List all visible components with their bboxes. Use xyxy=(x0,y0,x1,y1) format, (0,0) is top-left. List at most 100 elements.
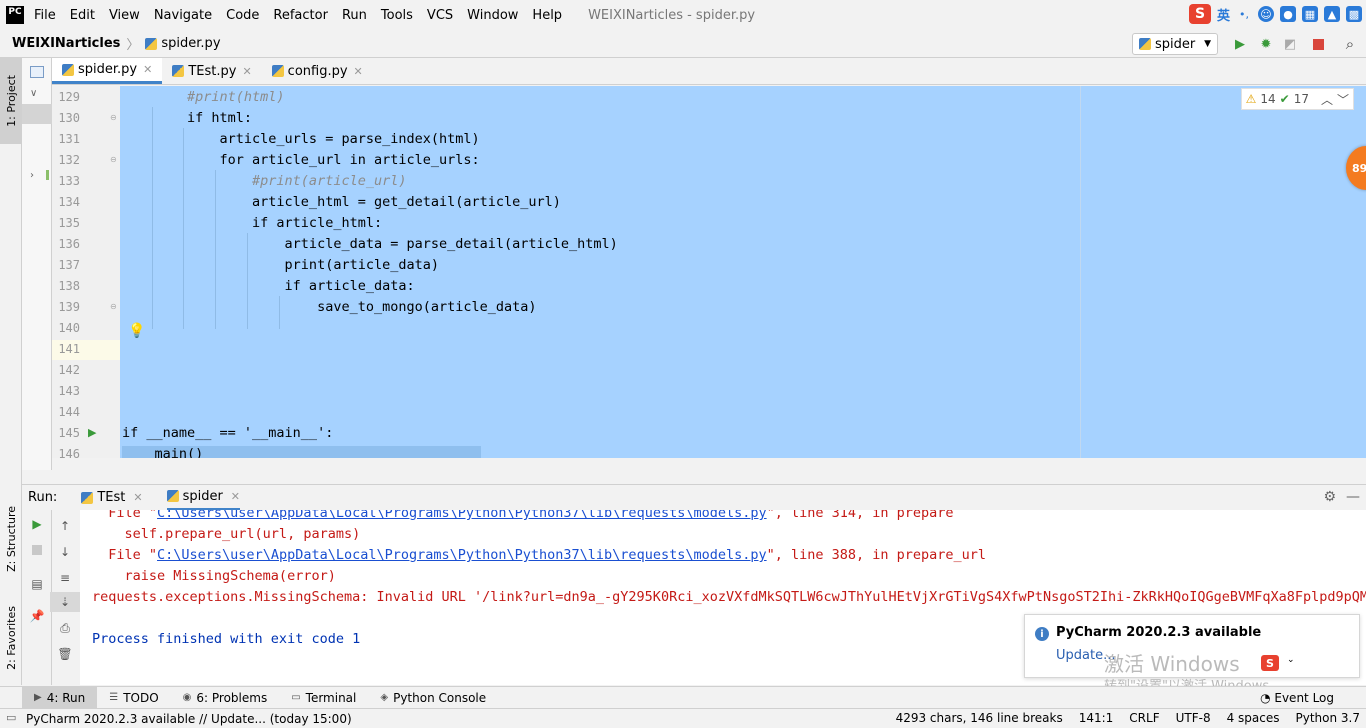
fold-icon[interactable]: ⊖ xyxy=(110,155,117,164)
file-link[interactable]: C:\Users\user\AppData\Local\Programs\Pyt… xyxy=(157,547,767,563)
trash-icon[interactable]: 🗑 xyxy=(50,644,80,664)
skin-icon[interactable]: ▲ xyxy=(1324,6,1340,22)
menu-view[interactable]: View xyxy=(109,8,140,23)
tab-test-py[interactable]: TEst.py ✕ xyxy=(162,58,261,84)
status-message[interactable]: PyCharm 2020.2.3 available // Update... … xyxy=(26,712,352,726)
pin-tab-button[interactable]: 📌 xyxy=(22,606,52,626)
editor-horizontal-scrollbar[interactable] xyxy=(22,470,1366,482)
line-number: 143 xyxy=(58,384,80,398)
tree-collapse-icon[interactable]: › xyxy=(30,170,34,181)
warning-icon: ⚠ xyxy=(1245,92,1257,106)
emoji-icon[interactable]: ☺ xyxy=(1258,6,1274,22)
python-file-icon xyxy=(145,37,158,50)
project-view-icon[interactable] xyxy=(30,66,44,78)
breadcrumb-project[interactable]: WEIXINarticles xyxy=(12,36,120,51)
stop-button[interactable] xyxy=(22,540,52,560)
tool-windows-icon[interactable]: ▭ xyxy=(6,711,16,724)
menu-code[interactable]: Code xyxy=(226,8,259,23)
menu-run[interactable]: Run xyxy=(342,8,367,23)
microphone-icon[interactable]: ● xyxy=(1280,6,1296,22)
scroll-to-end-icon[interactable]: ⇣ xyxy=(50,592,80,612)
search-everywhere-button[interactable]: ⌕ xyxy=(1342,35,1358,53)
rerun-button[interactable]: ▶ xyxy=(22,514,52,534)
menu-navigate[interactable]: Navigate xyxy=(154,8,212,23)
toolbox-icon[interactable]: ▩ xyxy=(1346,6,1362,22)
restore-layout-button[interactable]: ▤ xyxy=(22,574,52,594)
close-icon[interactable]: ✕ xyxy=(133,491,142,504)
tool-tab-todo[interactable]: ☰ TODO xyxy=(97,687,170,709)
keyboard-icon[interactable]: ▦ xyxy=(1302,6,1318,22)
chevron-up-icon[interactable]: ︿ xyxy=(1321,91,1333,108)
menu-vcs[interactable]: VCS xyxy=(427,8,453,23)
weak-warning-count: 17 xyxy=(1293,92,1309,106)
tool-tab-run[interactable]: ▶ 4: Run xyxy=(22,686,98,709)
fold-icon[interactable]: ⊖ xyxy=(110,302,117,311)
pycharm-logo-icon: PC xyxy=(6,6,24,24)
hide-icon[interactable]: — xyxy=(1346,489,1360,505)
stop-button[interactable] xyxy=(1310,36,1326,52)
menu-file[interactable]: File xyxy=(34,8,56,23)
fold-icon[interactable]: ⊖ xyxy=(110,113,117,122)
lightbulb-icon[interactable]: 💡 xyxy=(128,323,145,339)
gear-icon[interactable]: ⚙ xyxy=(1323,489,1336,505)
code-line: print(article_data) xyxy=(122,257,439,273)
structure-tool-tab[interactable]: Z: Structure xyxy=(0,494,22,584)
ime-language-toggle[interactable]: 英 xyxy=(1217,6,1230,24)
code-line: #print(html) xyxy=(122,89,285,105)
run-tab-test[interactable]: TEst ✕ xyxy=(81,490,143,505)
favorites-tool-tab[interactable]: 2: Favorites xyxy=(0,594,22,682)
line-number: 137 xyxy=(58,258,80,272)
tool-tab-label: Event Log xyxy=(1274,691,1334,705)
tab-spider-py[interactable]: spider.py ✕ xyxy=(52,58,163,84)
sogou-ime-icon[interactable]: S xyxy=(1261,655,1279,671)
status-indent[interactable]: 4 spaces xyxy=(1227,711,1280,725)
close-icon[interactable]: ✕ xyxy=(143,63,152,76)
sogou-ime-icon[interactable]: S xyxy=(1188,4,1211,24)
run-configuration-select[interactable]: spider ▼ xyxy=(1132,33,1218,55)
up-arrow-icon[interactable]: ↑ xyxy=(50,516,80,536)
debug-button[interactable]: ✹ xyxy=(1258,36,1274,52)
line-number: 144 xyxy=(58,405,80,419)
punctuation-icon[interactable]: •, xyxy=(1236,6,1252,22)
tool-tab-terminal[interactable]: ▭ Terminal xyxy=(279,687,368,709)
editor-gutter[interactable]: 129 130 131 132 133 134 135 136 137 138 … xyxy=(52,86,120,461)
tree-expand-icon[interactable]: ∨ xyxy=(30,88,37,99)
coverage-button[interactable]: ◩ xyxy=(1282,36,1298,52)
console-line: raise MissingSchema(error) xyxy=(92,568,336,584)
breadcrumb-file[interactable]: spider.py xyxy=(161,36,220,51)
status-line-separator[interactable]: CRLF xyxy=(1129,711,1159,725)
menu-edit[interactable]: Edit xyxy=(70,8,95,23)
down-arrow-icon[interactable]: ↓ xyxy=(50,542,80,562)
menu-refactor[interactable]: Refactor xyxy=(273,8,328,23)
tab-config-py[interactable]: config.py ✕ xyxy=(262,58,373,84)
menu-tools[interactable]: Tools xyxy=(381,8,413,23)
status-encoding[interactable]: UTF-8 xyxy=(1176,711,1211,725)
tab-label: spider.py xyxy=(78,62,138,77)
python-file-icon xyxy=(172,65,185,77)
run-tab-label: spider xyxy=(182,488,223,504)
menu-window[interactable]: Window xyxy=(467,8,518,23)
run-button[interactable]: ▶ xyxy=(1232,36,1248,52)
code-editor[interactable]: #print(html) if html: article_urls = par… xyxy=(120,86,1366,458)
chevron-down-icon[interactable]: ⌄ xyxy=(1287,655,1295,665)
line-number: 146 xyxy=(58,447,80,461)
close-icon[interactable]: ✕ xyxy=(231,490,240,503)
chevron-down-icon[interactable]: ﹀ xyxy=(1337,91,1349,108)
menu-bar: PC File Edit View Navigate Code Refactor… xyxy=(0,0,1366,30)
tool-tab-python-console[interactable]: ◈ Python Console xyxy=(368,687,498,709)
menu-help[interactable]: Help xyxy=(532,8,562,23)
print-icon[interactable]: ⎙ xyxy=(50,618,80,638)
close-icon[interactable]: ✕ xyxy=(354,65,363,78)
soft-wrap-icon[interactable]: ≡ xyxy=(50,568,80,588)
status-interpreter[interactable]: Python 3.7 xyxy=(1296,711,1361,725)
close-icon[interactable]: ✕ xyxy=(242,65,251,78)
project-tool-tab[interactable]: 1: Project xyxy=(0,58,22,144)
tool-tab-event-log[interactable]: ◔ Event Log xyxy=(1260,691,1334,705)
tree-row-selected[interactable] xyxy=(22,104,52,124)
file-link[interactable]: C:\Users\user\AppData\Local\Programs\Pyt… xyxy=(157,510,767,521)
run-main-gutter-icon[interactable]: ▶ xyxy=(88,426,96,439)
tool-tab-problems[interactable]: ◉ 6: Problems xyxy=(171,687,280,709)
run-tab-spider[interactable]: spider ✕ xyxy=(166,485,241,511)
inspection-widget[interactable]: ⚠ 14 ✔ 17 ︿ ﹀ xyxy=(1240,88,1354,110)
status-caret-position[interactable]: 141:1 xyxy=(1079,711,1114,725)
